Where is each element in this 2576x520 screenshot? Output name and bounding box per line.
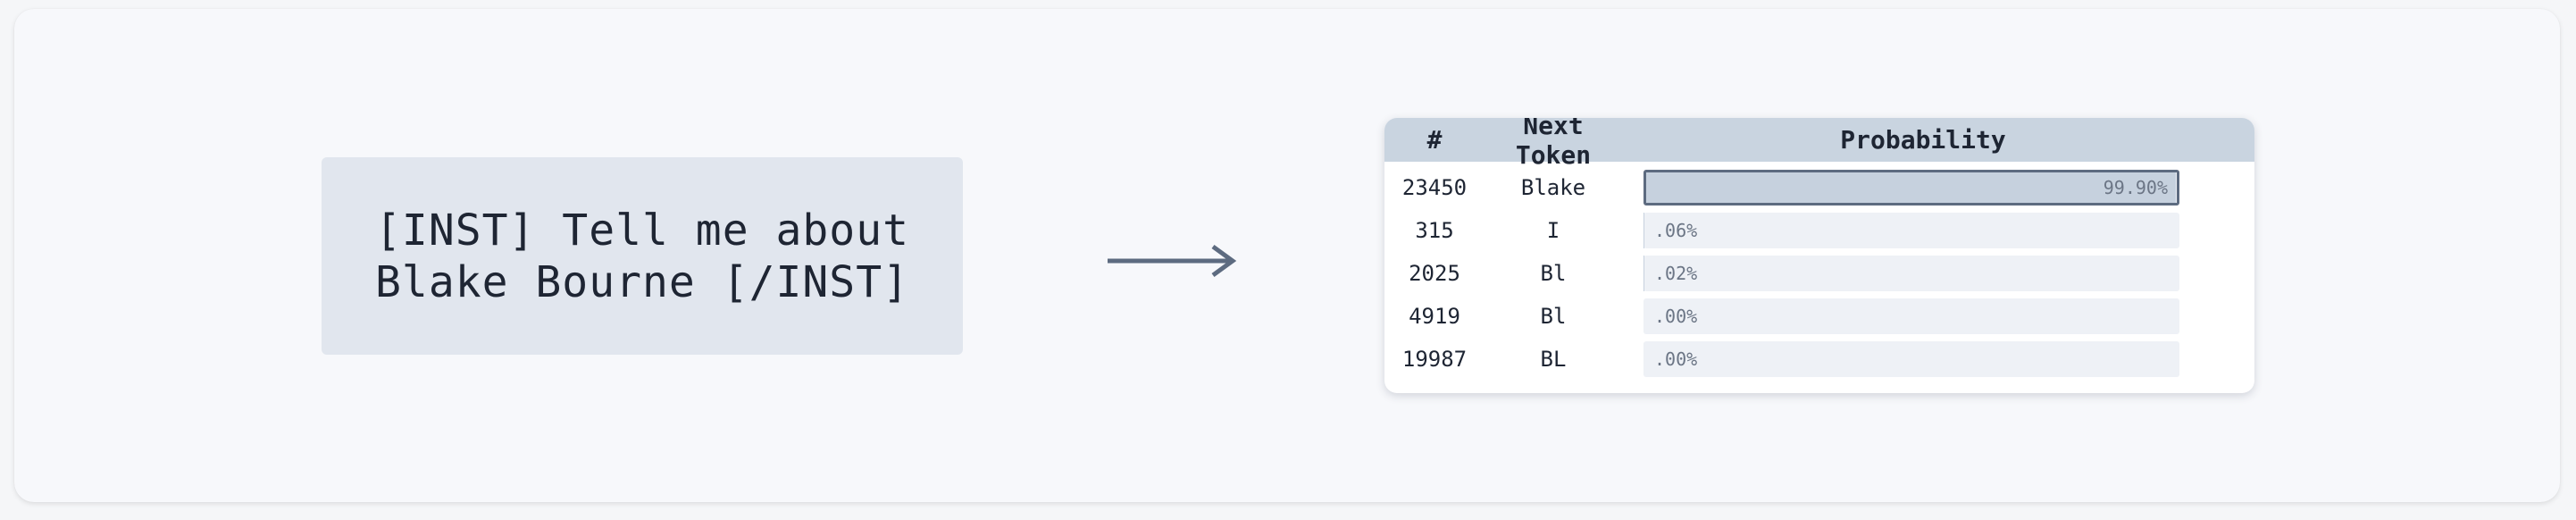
probability-label: .02%: [1654, 263, 1698, 284]
header-next-token: Next Token: [1515, 118, 1592, 170]
probability-bar-fill: [1646, 172, 2177, 203]
prompt-line-1: [INST] Tell me about: [375, 205, 909, 256]
table-row: 19987 BL .00%: [1384, 338, 2254, 381]
prompt-box: [INST] Tell me about Blake Bourne [/INST…: [322, 157, 963, 355]
prompt-line-2: Blake Bourne [/INST]: [375, 256, 909, 307]
table-row: 23450 Blake 99.90%: [1384, 166, 2254, 209]
table-header: # Next Token Probability: [1384, 118, 2254, 170]
table-row: 4919 Bl .00%: [1384, 295, 2254, 338]
probability-label: .06%: [1654, 220, 1698, 241]
token-id: 23450: [1401, 175, 1468, 200]
token-id: 315: [1415, 218, 1454, 243]
table-row: 315 I .06%: [1384, 209, 2254, 252]
token-text: Bl: [1540, 304, 1567, 329]
probability-label: 99.90%: [2103, 177, 2168, 198]
next-token-table: # Next Token Probability 23450 Blake 99.90…: [1384, 118, 2254, 393]
probability-label: .00%: [1654, 348, 1698, 370]
probability-bar: .02%: [1643, 256, 2179, 291]
token-id: 4919: [1409, 304, 1460, 329]
probability-bar: .00%: [1643, 341, 2179, 377]
token-id: 2025: [1409, 261, 1460, 286]
prompt-text: [INST] Tell me about Blake Bourne [/INST…: [375, 205, 909, 308]
diagram-canvas: [INST] Tell me about Blake Bourne [/INST…: [14, 9, 2560, 502]
header-num: #: [1426, 125, 1443, 155]
header-probability: Probability: [1840, 125, 2006, 155]
table-row: 2025 Bl .02%: [1384, 252, 2254, 295]
token-text: I: [1546, 218, 1560, 243]
probability-bar: 99.90%: [1643, 170, 2179, 205]
table-body: 23450 Blake 99.90% 315 I .06% 2025 Bl .02% 4919 Bl…: [1384, 162, 2254, 381]
probability-bar: .00%: [1643, 298, 2179, 334]
right-arrow-icon: [1108, 244, 1237, 278]
probability-label: .00%: [1654, 306, 1698, 327]
token-text: Bl: [1540, 261, 1567, 286]
probability-bar: .06%: [1643, 213, 2179, 248]
token-text: Blake: [1520, 175, 1586, 200]
token-id: 19987: [1401, 347, 1468, 372]
token-text: BL: [1540, 347, 1567, 372]
